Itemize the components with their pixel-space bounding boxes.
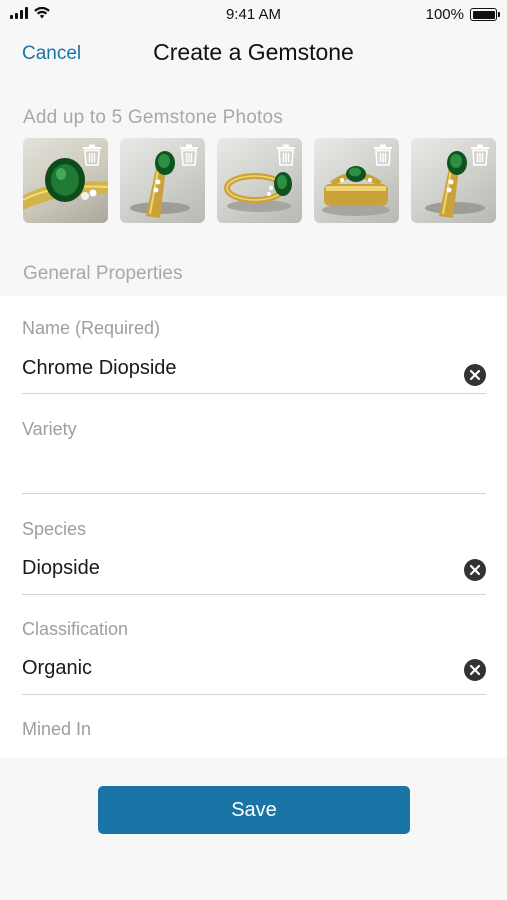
trash-icon[interactable] [276,144,296,166]
field-divider [22,594,486,595]
status-right: 100% [425,6,500,23]
species-label: Species [22,519,87,539]
status-bar: 9:41 AM 100% [0,0,507,30]
species-input[interactable] [22,554,452,582]
field-divider [22,493,486,494]
battery-percentage: 100% [425,6,464,23]
trash-icon[interactable] [373,144,393,166]
variety-input[interactable] [22,455,452,483]
field-divider [22,694,486,695]
gemstone-photo-5[interactable] [411,138,496,223]
gemstone-photo-2[interactable] [120,138,205,223]
save-button[interactable]: Save [98,786,410,834]
name-input[interactable] [22,354,452,382]
variety-label: Variety [22,419,77,439]
field-divider [22,393,486,394]
clear-icon[interactable] [464,559,486,581]
page-title: Create a Gemstone [153,39,354,65]
name-label: Name (Required) [22,318,161,338]
mined-in-field: Mined In [22,719,486,755]
photos-row [23,138,496,223]
variety-field: Variety [22,419,486,497]
classification-label: Classification [22,619,129,639]
gemstone-photo-3[interactable] [217,138,302,223]
general-properties-label: General Properties [23,263,183,284]
battery-icon [470,8,500,21]
trash-icon[interactable] [179,144,199,166]
clear-icon[interactable] [464,364,486,386]
mined-in-label: Mined In [22,719,92,739]
classification-input[interactable] [22,654,452,682]
trash-icon[interactable] [82,144,102,166]
gemstone-photo-1[interactable] [23,138,108,223]
classification-field: Classification [22,619,486,697]
name-field: Name (Required) [22,318,486,396]
species-field: Species [22,519,486,597]
general-properties-form: Name (Required) Variety Species Classifi… [0,296,507,758]
clear-icon[interactable] [464,659,486,681]
trash-icon[interactable] [470,144,490,166]
photos-section-label: Add up to 5 Gemstone Photos [23,107,283,128]
gemstone-photo-4[interactable] [314,138,399,223]
